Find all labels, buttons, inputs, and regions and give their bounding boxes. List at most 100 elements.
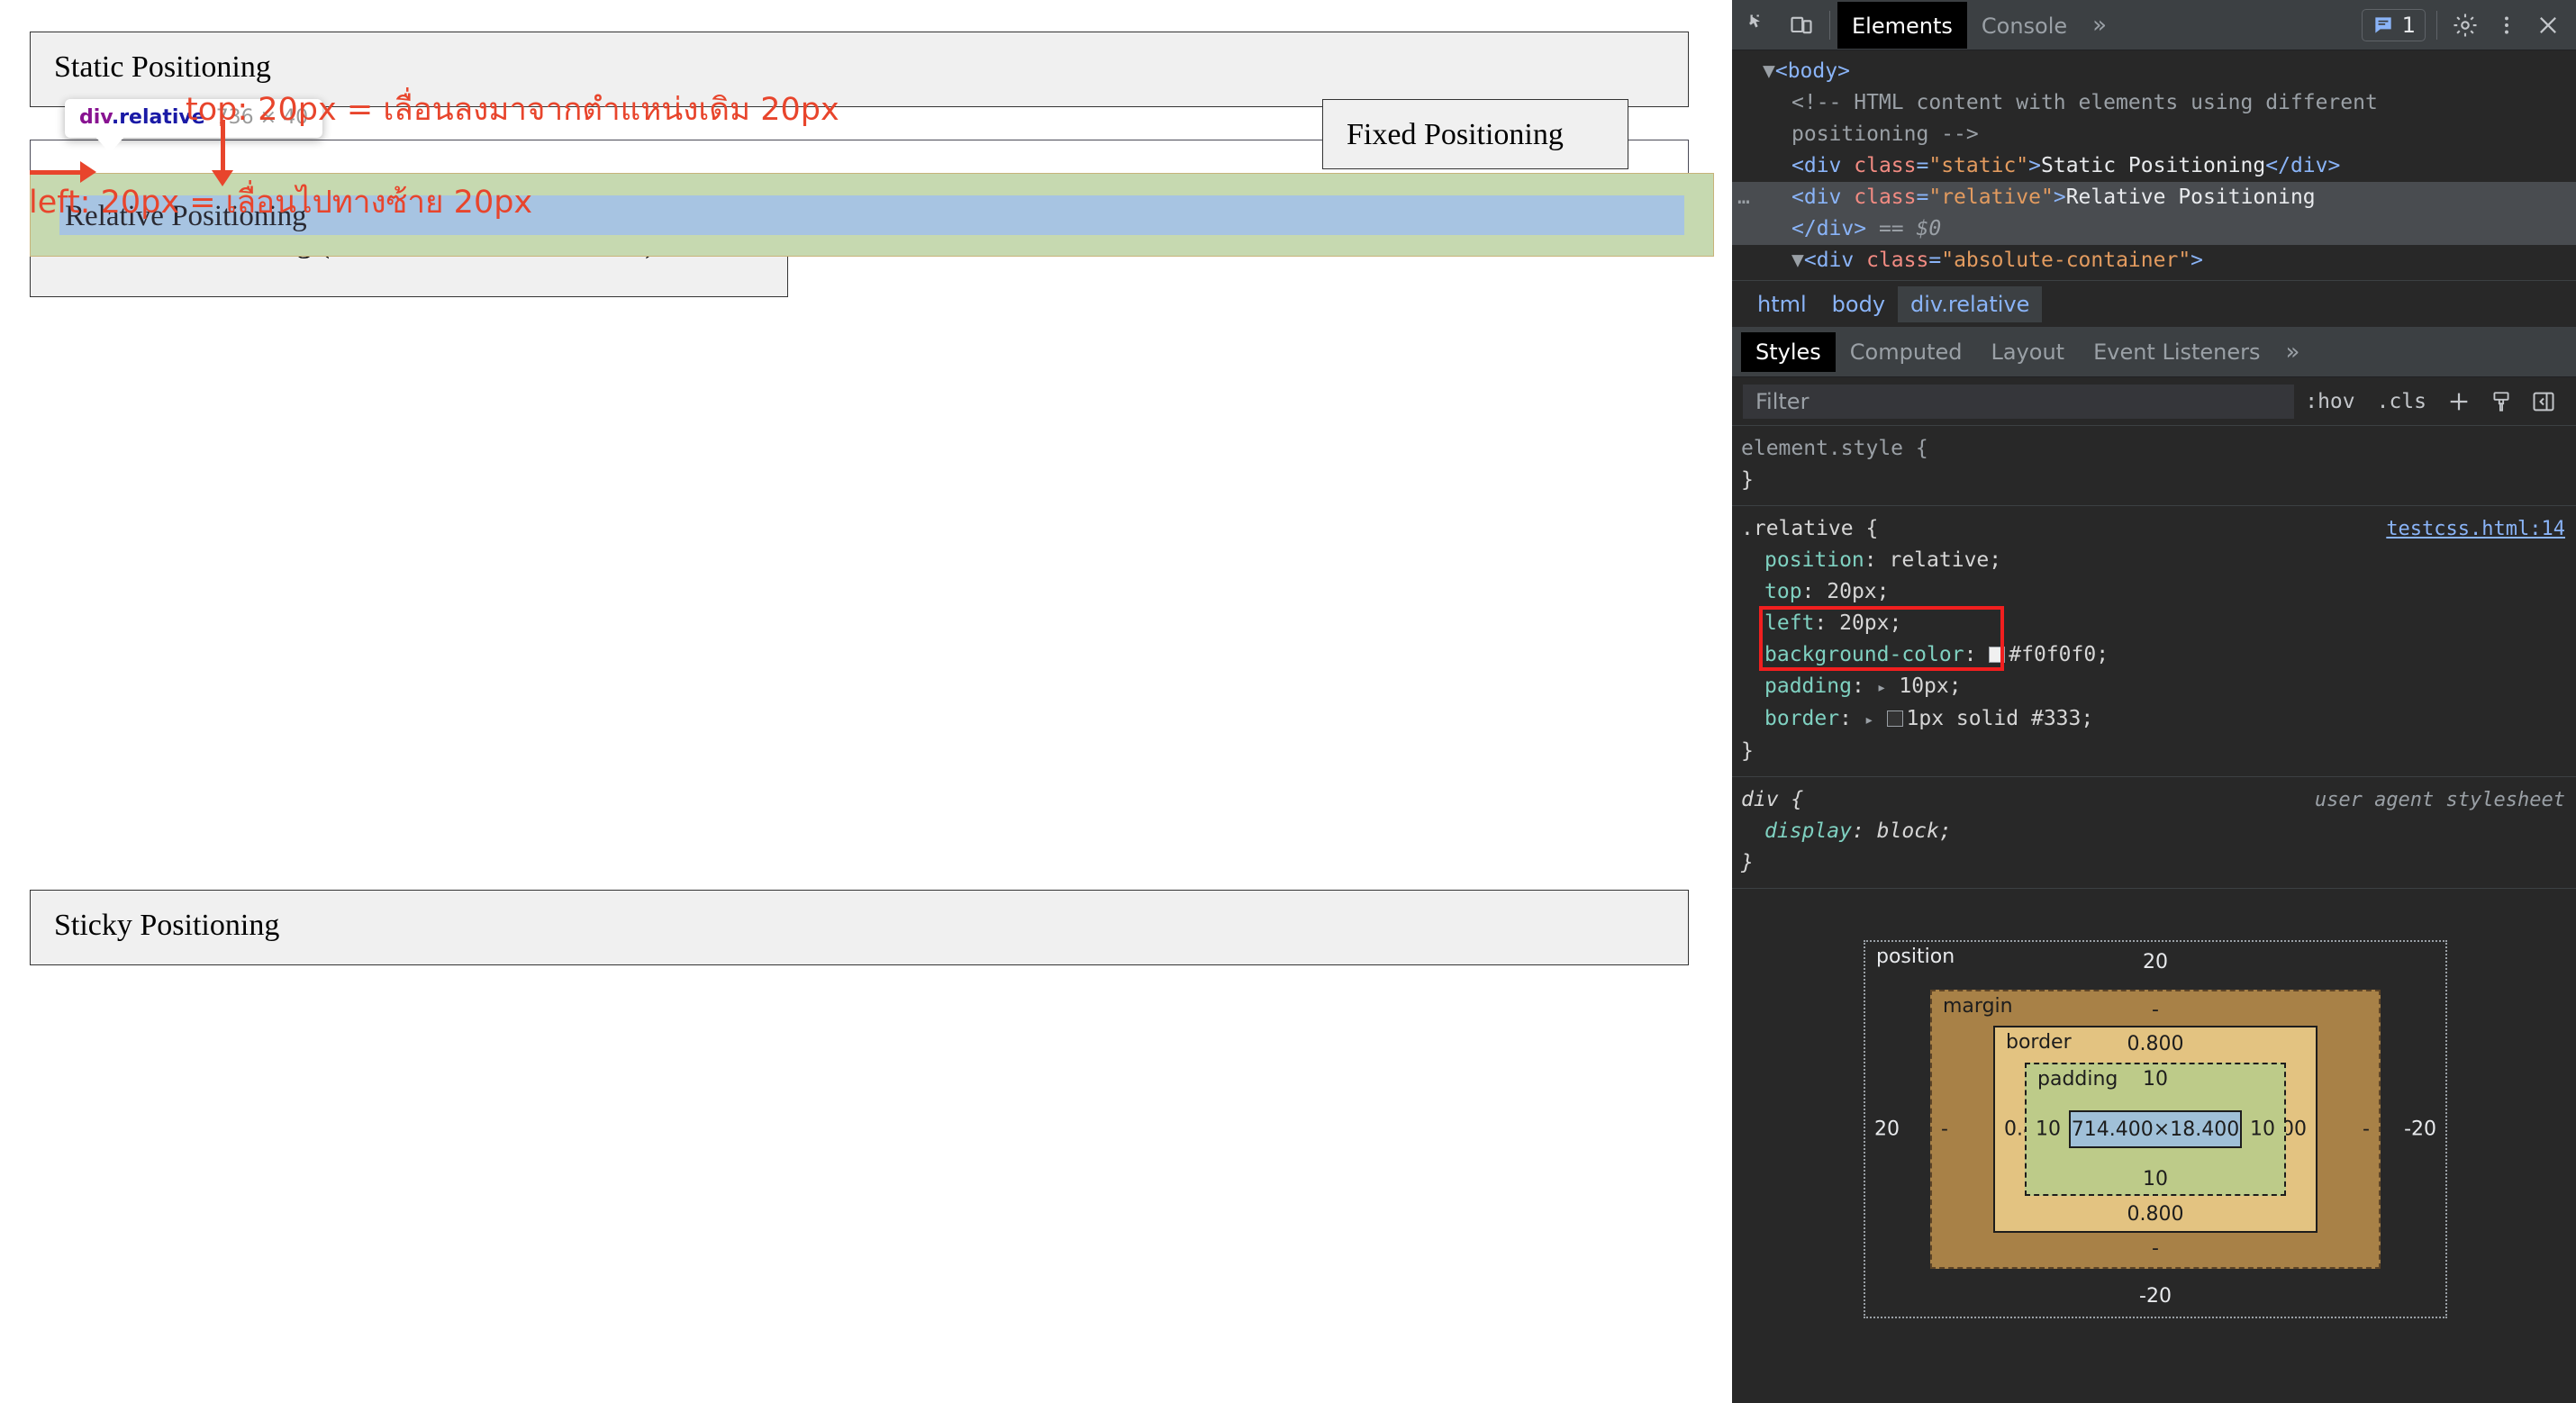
box-model-content-size[interactable]: 714.400×18.400 — [2069, 1110, 2242, 1148]
css-value[interactable]: 1px solid #333; — [1886, 707, 2093, 730]
hov-toggle-button[interactable]: :hov — [2294, 390, 2365, 413]
devtools-panel: Elements Console » 1 ▼<body> <!-- HTML c… — [1732, 0, 2576, 1403]
annotation-top-note: top: 20px = เลื่อนลงมาจากตำแหน่งเดิม 20p… — [186, 92, 839, 128]
dom-tree-row[interactable]: <!-- HTML content with elements using di… — [1732, 87, 2576, 119]
sticky-positioning-label: Sticky Positioning — [54, 909, 280, 942]
breadcrumb-item-div-relative[interactable]: div.relative — [1898, 285, 2043, 322]
close-icon[interactable] — [2527, 5, 2569, 46]
css-value[interactable]: 20px; — [1839, 611, 1901, 635]
breadcrumb-item-html[interactable]: html — [1745, 286, 1819, 322]
box-model-margin-layer: margin - - - border 0.800 0.800 0.800 — [1930, 990, 2381, 1269]
css-declaration[interactable]: position: relative; — [1741, 545, 2576, 576]
box-model-diagram[interactable]: position 20 20 -20 margin - - - border 0… — [1864, 940, 2447, 1318]
box-model-padding-top[interactable]: 10 — [2143, 1068, 2168, 1091]
css-declaration[interactable]: display: block; — [1741, 816, 2576, 847]
css-property[interactable]: border — [1764, 707, 1839, 730]
box-model-border-top[interactable]: 0.800 — [2127, 1033, 2184, 1055]
styles-filter-bar: Filter :hov .cls — [1732, 377, 2576, 426]
dom-tree-row[interactable]: ▼<body> — [1732, 56, 2576, 87]
box-model-position-bottom[interactable]: -20 — [2139, 1285, 2172, 1308]
fixed-positioning-box: Fixed Positioning — [1322, 99, 1628, 169]
css-value[interactable]: #f0f0f0; — [1989, 643, 2109, 666]
kebab-menu-icon[interactable] — [2486, 5, 2527, 46]
breadcrumb[interactable]: html body div.relative — [1732, 280, 2576, 327]
tab-event-listeners[interactable]: Event Listeners — [2079, 332, 2274, 372]
css-property[interactable]: left — [1764, 611, 1814, 635]
css-declaration[interactable]: top: 20px; — [1741, 576, 2576, 608]
css-property[interactable]: background-color — [1764, 643, 1964, 666]
css-rule[interactable]: div { user agent stylesheet display: block… — [1732, 777, 2576, 889]
tab-computed[interactable]: Computed — [1836, 332, 1977, 372]
filter-input[interactable]: Filter — [1743, 384, 2295, 419]
css-selector[interactable]: div { — [1741, 784, 1803, 816]
sticky-positioning-box: Sticky Positioning — [30, 890, 1689, 965]
box-model-padding-bottom[interactable]: 10 — [2143, 1168, 2168, 1190]
dom-tree-row[interactable]: positioning --> — [1732, 119, 2576, 150]
css-declaration[interactable]: background-color: #f0f0f0; — [1741, 639, 2576, 671]
plus-icon[interactable] — [2437, 389, 2481, 414]
gear-icon[interactable] — [2444, 5, 2486, 46]
device-toolbar-icon[interactable] — [1781, 5, 1822, 46]
css-property[interactable]: position — [1764, 548, 1864, 572]
dom-tree-row[interactable]: ▼<div class="absolute-container"> — [1732, 245, 2576, 276]
tab-layout[interactable]: Layout — [1976, 332, 2079, 372]
chevron-double-right-icon[interactable]: » — [2082, 12, 2118, 39]
css-value[interactable]: 20px; — [1827, 580, 1889, 603]
toolbar-divider-2 — [2436, 10, 2437, 40]
css-rule[interactable]: .relative { testcss.html:14 position: rela… — [1732, 506, 2576, 777]
css-declaration[interactable]: left: 20px; — [1741, 608, 2576, 639]
box-model-margin-top[interactable]: - — [2152, 999, 2159, 1021]
css-value[interactable]: relative; — [1889, 548, 2001, 572]
css-selector[interactable]: element.style { — [1741, 433, 1928, 465]
expand-arrow-icon[interactable]: ▸ — [1864, 711, 1874, 729]
css-value[interactable]: block; — [1877, 819, 1952, 843]
box-model-padding-right[interactable]: 10 — [2250, 1118, 2275, 1141]
box-model-padding-left[interactable]: 10 — [2036, 1118, 2061, 1141]
tab-styles[interactable]: Styles — [1741, 331, 1836, 372]
css-selector[interactable]: .relative { — [1741, 513, 1878, 545]
box-model-position-top[interactable]: 20 — [2143, 951, 2168, 973]
box-model-margin-label: margin — [1943, 995, 2013, 1018]
expand-arrow-icon[interactable]: ▸ — [1877, 678, 1887, 697]
css-rule-close-brace: } — [1741, 739, 1754, 763]
color-swatch[interactable] — [1886, 711, 1903, 727]
css-declaration[interactable]: border: ▸ 1px solid #333; — [1741, 703, 2576, 736]
css-property[interactable]: top — [1764, 580, 1802, 603]
box-model-position-layer: position 20 20 -20 margin - - - border 0… — [1864, 940, 2447, 1318]
cls-toggle-button[interactable]: .cls — [2366, 390, 2437, 413]
toolbar-divider — [1829, 10, 1830, 40]
box-model-position-right[interactable]: -20 — [2404, 1118, 2436, 1141]
box-model-margin-right[interactable]: - — [2363, 1118, 2370, 1141]
dom-tree-row[interactable]: <div class="static">Static Positioning</… — [1732, 150, 2576, 182]
box-model-position-left[interactable]: 20 — [1874, 1118, 1900, 1141]
css-value[interactable]: 10px; — [1899, 674, 1961, 698]
tab-console[interactable]: Console — [1967, 2, 2082, 49]
devtools-toolbar: Elements Console » 1 — [1732, 0, 2576, 50]
badge-tag-name: div — [79, 106, 112, 129]
box-model-margin-left[interactable]: - — [1941, 1118, 1948, 1141]
dom-tree-row[interactable]: … <div class="relative">Relative Position… — [1732, 182, 2576, 213]
message-count-badge[interactable]: 1 — [2361, 8, 2426, 41]
dom-tree[interactable]: ▼<body> <!-- HTML content with elements u… — [1732, 50, 2576, 280]
box-model-border-bottom[interactable]: 0.800 — [2127, 1203, 2184, 1226]
css-declaration[interactable]: padding: ▸ 10px; — [1741, 671, 2576, 703]
styles-pane[interactable]: element.style {} .relative { testcss.html:… — [1732, 426, 2576, 889]
chevron-double-right-icon[interactable]: » — [2275, 339, 2311, 366]
css-rule-origin[interactable]: testcss.html:14 — [2386, 513, 2565, 545]
css-property[interactable]: display — [1764, 819, 1852, 843]
tab-elements[interactable]: Elements — [1837, 1, 1967, 49]
box-model-border-label: border — [2006, 1031, 2072, 1054]
css-rule-origin: user agent stylesheet — [2314, 789, 2565, 811]
inspect-element-icon[interactable] — [1739, 5, 1781, 46]
css-property[interactable]: padding — [1764, 674, 1852, 698]
css-rule[interactable]: element.style {} — [1732, 426, 2576, 506]
box-model-margin-bottom[interactable]: - — [2152, 1237, 2159, 1260]
dom-tree-row[interactable]: </div> == $0 — [1732, 213, 2576, 245]
paintbrush-icon[interactable] — [2481, 389, 2522, 414]
toggle-sidebar-icon[interactable] — [2522, 389, 2565, 414]
breadcrumb-item-body[interactable]: body — [1819, 286, 1898, 322]
styles-sidebar-tabs[interactable]: Styles Computed Layout Event Listeners » — [1732, 327, 2576, 377]
annotation-arrow-down-icon — [212, 120, 233, 186]
color-swatch[interactable] — [1989, 647, 2006, 663]
box-model-border-layer: border 0.800 0.800 0.800 padding 10 10 — [1993, 1026, 2317, 1233]
